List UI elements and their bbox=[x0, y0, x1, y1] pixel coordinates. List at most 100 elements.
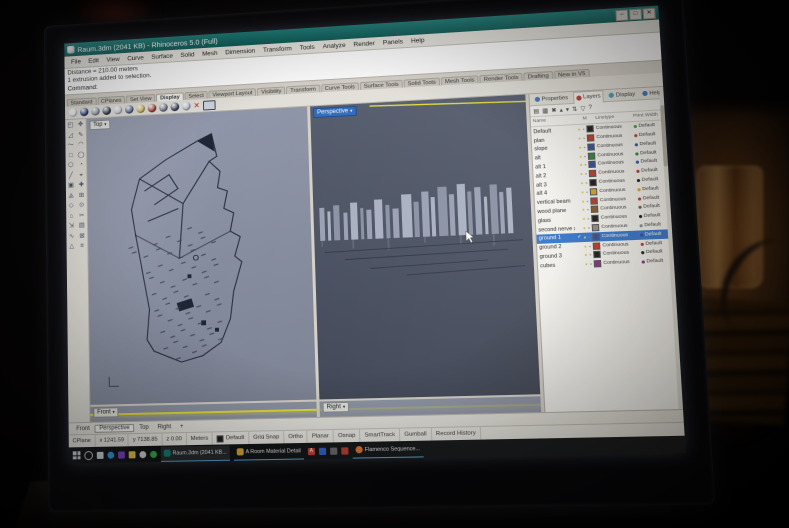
layer-visibility-bulb-icon[interactable]: ● bbox=[580, 172, 583, 177]
tool-icon[interactable]: ⌖ bbox=[76, 171, 86, 182]
menu-item[interactable]: File bbox=[67, 58, 84, 66]
layer-visibility-bulb-icon[interactable]: ● bbox=[580, 181, 583, 186]
menu-item[interactable]: Surface bbox=[147, 52, 176, 60]
layer-color-swatch[interactable] bbox=[593, 242, 601, 250]
display-mode-sphere-icon[interactable] bbox=[148, 104, 157, 113]
layer-print-width[interactable]: Default bbox=[639, 213, 669, 219]
layer-linetype[interactable]: Continuous bbox=[599, 187, 635, 194]
layer-visibility-bulb-icon[interactable]: ● bbox=[580, 163, 583, 168]
layers-toolbar-icon[interactable]: ? bbox=[588, 105, 592, 111]
taskbar-app-button[interactable]: A Room Material Detail bbox=[233, 443, 304, 460]
taskbar-app-button[interactable]: Raum.3dm (2041 KB... bbox=[161, 445, 230, 462]
layer-lock-icon[interactable]: ▪ bbox=[583, 127, 585, 132]
layer-lock-icon[interactable]: ▪ bbox=[586, 198, 588, 203]
file-explorer-icon[interactable] bbox=[129, 451, 136, 458]
search-icon[interactable] bbox=[84, 450, 93, 459]
layer-print-width[interactable]: Default bbox=[642, 259, 672, 265]
layer-lock-icon[interactable]: ▪ bbox=[588, 225, 590, 230]
menu-item[interactable]: View bbox=[103, 55, 124, 63]
layer-print-width[interactable]: Default bbox=[634, 123, 664, 130]
layer-visibility-bulb-icon[interactable]: ● bbox=[585, 262, 588, 267]
display-mode-sphere-icon[interactable] bbox=[80, 108, 89, 117]
layer-color-swatch[interactable] bbox=[586, 125, 594, 132]
status-toggle[interactable]: Grid Snap bbox=[249, 431, 284, 444]
layer-lock-icon[interactable]: ▪ bbox=[584, 154, 586, 159]
tool-icon[interactable]: ⊠ bbox=[77, 231, 88, 242]
tool-icon[interactable]: ⌂ bbox=[66, 212, 76, 223]
layer-name[interactable]: alt 4 bbox=[536, 190, 573, 198]
viewport-top-title-tab[interactable]: Top▾ bbox=[89, 120, 110, 131]
layer-print-width[interactable]: Default bbox=[641, 249, 671, 255]
layer-lock-icon[interactable]: ▪ bbox=[587, 207, 589, 212]
viewport-right-title-tab[interactable]: Right▾ bbox=[323, 402, 350, 413]
layer-linetype[interactable]: Continuous bbox=[599, 178, 635, 185]
layers-toolbar-icon[interactable]: ▽ bbox=[580, 105, 585, 112]
layer-color-swatch[interactable] bbox=[588, 152, 596, 159]
tool-icon[interactable]: ⟁ bbox=[66, 191, 76, 202]
layer-color-swatch[interactable] bbox=[587, 134, 595, 141]
viewport-tab[interactable]: Right bbox=[154, 424, 176, 431]
app-icon-red[interactable] bbox=[341, 447, 348, 454]
current-layer-indicator[interactable]: Default bbox=[213, 432, 249, 445]
layer-color-swatch[interactable] bbox=[589, 179, 597, 186]
lock-icon[interactable] bbox=[330, 447, 337, 454]
speaker-icon[interactable] bbox=[139, 451, 146, 458]
layer-linetype[interactable]: Continuous bbox=[602, 242, 638, 249]
layer-lock-icon[interactable]: ▪ bbox=[584, 163, 586, 168]
layer-linetype[interactable]: Continuous bbox=[597, 151, 633, 158]
layer-name[interactable]: wood plane bbox=[537, 208, 574, 216]
tool-icon[interactable]: ◯ bbox=[76, 150, 86, 161]
status-toggle[interactable]: Osnap bbox=[334, 429, 361, 442]
tool-icon[interactable]: ⊞ bbox=[76, 191, 86, 202]
display-mode-sphere-icon[interactable] bbox=[91, 107, 100, 116]
layer-name[interactable]: plan bbox=[534, 136, 570, 144]
layer-color-swatch[interactable] bbox=[591, 215, 599, 222]
tool-icon[interactable]: ◔ bbox=[76, 160, 86, 171]
status-toggle[interactable]: Record History bbox=[432, 427, 482, 441]
layer-lock-icon[interactable]: ▪ bbox=[588, 234, 590, 239]
layer-name[interactable]: second nerve syst bbox=[538, 226, 575, 234]
tool-icon[interactable]: ✂ bbox=[77, 211, 87, 222]
layer-lock-icon[interactable]: ▪ bbox=[587, 216, 589, 221]
layer-name[interactable]: alt bbox=[535, 154, 571, 162]
tool-icon[interactable]: ⇲ bbox=[66, 222, 76, 233]
menu-item[interactable]: Curve bbox=[123, 54, 147, 62]
app-icon-green[interactable] bbox=[150, 450, 157, 457]
viewport-tab[interactable]: Top bbox=[135, 424, 152, 430]
layer-print-width[interactable]: Default bbox=[640, 240, 670, 246]
column-header-linetype[interactable]: Linetype bbox=[595, 114, 631, 121]
layer-name[interactable]: ground 3 bbox=[540, 253, 577, 261]
layer-print-width[interactable]: Default bbox=[637, 186, 667, 192]
window-control-button[interactable]: □ bbox=[629, 8, 642, 20]
layer-lock-icon[interactable]: ▪ bbox=[586, 189, 588, 194]
layer-visibility-bulb-icon[interactable]: ● bbox=[579, 154, 582, 159]
layer-linetype[interactable]: Continuous bbox=[602, 233, 638, 240]
layer-print-width[interactable]: Default bbox=[640, 231, 670, 237]
layer-print-width[interactable]: Default bbox=[638, 204, 668, 210]
edge-browser-icon[interactable] bbox=[107, 451, 114, 458]
layers-toolbar-icon[interactable]: ⇅ bbox=[572, 106, 578, 113]
layer-linetype[interactable]: Continuous bbox=[603, 251, 639, 258]
menu-item[interactable]: Analyze bbox=[319, 41, 350, 50]
viewport-tab[interactable]: Front bbox=[72, 425, 93, 431]
task-view-icon[interactable] bbox=[97, 451, 104, 458]
display-mode-sphere-icon[interactable] bbox=[170, 103, 179, 112]
tool-icon[interactable]: ⌗ bbox=[77, 242, 88, 253]
layer-name[interactable]: alt 3 bbox=[536, 181, 572, 189]
panel-tab[interactable]: Properties bbox=[533, 92, 571, 105]
layer-lock-icon[interactable]: ▪ bbox=[583, 145, 585, 150]
taskbar-tray-app-button[interactable]: Flamenco Sequence... bbox=[352, 441, 423, 458]
start-button-icon[interactable] bbox=[73, 451, 81, 459]
tool-icon[interactable]: ✥ bbox=[75, 120, 85, 131]
layer-linetype[interactable]: Continuous bbox=[603, 260, 639, 267]
layer-print-width[interactable]: Default bbox=[637, 177, 667, 183]
panel-tab[interactable]: Display bbox=[607, 89, 638, 102]
menu-item[interactable]: Render bbox=[349, 39, 379, 48]
layer-visibility-bulb-icon[interactable]: ● bbox=[584, 253, 587, 258]
status-toggle[interactable]: Planar bbox=[308, 430, 334, 443]
layer-linetype[interactable]: Continuous bbox=[600, 196, 636, 203]
viewport-perspective[interactable]: Perspective▾ bbox=[310, 95, 540, 400]
layer-name[interactable]: glass bbox=[538, 217, 575, 225]
layer-linetype[interactable]: Continuous bbox=[601, 214, 637, 221]
app-icon-purple[interactable] bbox=[118, 451, 125, 458]
